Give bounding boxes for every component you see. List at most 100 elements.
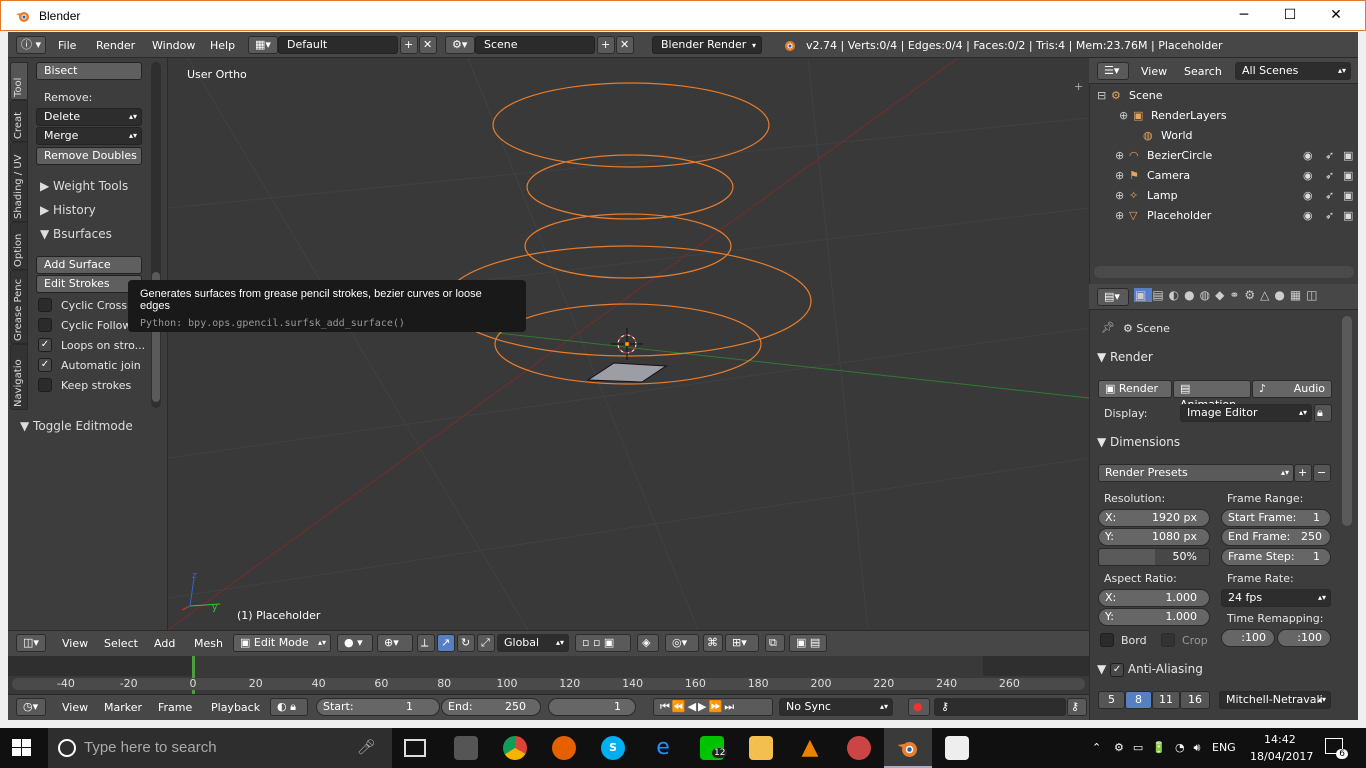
outliner-row[interactable]: ⊟ ⚙ Scene	[1089, 86, 1358, 106]
outliner-row[interactable]: ⊕ ⚑ Camera ◉ ➶ ▣	[1089, 166, 1358, 186]
maximize-button[interactable]: ☐	[1267, 1, 1313, 32]
frame-step-field[interactable]: Frame Step: 1	[1221, 548, 1331, 566]
dimensions-panel-header[interactable]: ▼ Dimensions	[1097, 435, 1337, 457]
editor-type-outliner-button[interactable]: ☰▾	[1097, 62, 1129, 80]
clock-time[interactable]: 14:42	[1264, 733, 1296, 747]
timeline-area[interactable]: -40 -20 0 20 40 60 80 100 120 140 160 180 200 220 240 2…	[8, 656, 1089, 694]
windows-start-icon[interactable]	[12, 739, 32, 757]
animation-button[interactable]: ▤ Animation	[1173, 380, 1251, 411]
visibility-eye-icon[interactable]: ◉	[1303, 169, 1313, 183]
outliner-filter-select[interactable]: All Scenes ▴▾	[1235, 62, 1351, 80]
expand-icon[interactable]: ⊕	[1115, 169, 1124, 183]
video-editor-icon[interactable]	[945, 736, 969, 760]
vp-menu-mesh[interactable]: Mesh	[194, 637, 223, 650]
expand-icon[interactable]: ⊕	[1119, 109, 1128, 123]
outliner-item-name[interactable]: Scene	[1129, 89, 1163, 103]
bsurfaces-panel-header[interactable]: ▼ Bsurfaces	[40, 227, 112, 241]
toolshelf-scrollbar[interactable]	[151, 62, 161, 408]
history-panel-header[interactable]: ▶ History	[40, 203, 96, 217]
outliner-row[interactable]: ⊕ ◠ BezierCircle ◉ ➶ ▣	[1089, 146, 1358, 166]
expand-icon[interactable]: ⊕	[1115, 189, 1124, 203]
visibility-eye-icon[interactable]: ◉	[1303, 149, 1313, 163]
show-hidden-icons-icon[interactable]: ⌃	[1092, 741, 1101, 755]
editor-type-properties-button[interactable]: ▤▾	[1097, 288, 1129, 306]
paint-app-icon[interactable]	[847, 736, 871, 760]
aa-samples-5[interactable]: 5	[1098, 691, 1125, 709]
tab-create[interactable]: Creat	[10, 100, 28, 142]
tl-menu-playback[interactable]: Playback	[211, 701, 260, 714]
outliner-row[interactable]: ◍ World	[1089, 126, 1358, 146]
vp-menu-view[interactable]: View	[62, 637, 88, 650]
expand-icon[interactable]: ⊟	[1097, 89, 1106, 103]
remap-new-field[interactable]: :100	[1277, 629, 1331, 647]
file-explorer-icon[interactable]	[749, 736, 773, 760]
vp-menu-add[interactable]: Add	[154, 637, 175, 650]
scene-icon[interactable]: ⚙▾	[445, 36, 475, 54]
outliner-menu-search[interactable]: Search	[1184, 65, 1222, 78]
proportional-edit-select[interactable]: ◎▾	[665, 634, 699, 652]
copy-settings-icon[interactable]: ⧉	[765, 634, 785, 652]
chrome-icon[interactable]	[503, 736, 527, 760]
orientation-select[interactable]: Global ▴▾	[497, 634, 569, 652]
expand-icon[interactable]: ⊕	[1115, 149, 1124, 163]
remap-old-field[interactable]: :100	[1221, 629, 1275, 647]
tab-shading-uv[interactable]: Shading / UV	[10, 142, 28, 222]
editor-type-timeline-button[interactable]: ◷▾	[16, 698, 46, 716]
language-indicator[interactable]: ENG	[1212, 741, 1236, 755]
outliner-row[interactable]: ⊕ ✧ Lamp ◉ ➶ ▣	[1089, 186, 1358, 206]
record-button[interactable]: ●	[908, 698, 930, 716]
timeline-scrollbar[interactable]	[12, 678, 1085, 690]
selectable-cursor-icon[interactable]: ➶	[1325, 149, 1334, 163]
visibility-eye-icon[interactable]: ◉	[1303, 209, 1313, 223]
properties-scrollbar[interactable]	[1342, 316, 1352, 526]
frame-rate-select[interactable]: 24 fps ▴▾	[1221, 589, 1331, 607]
cyclic-follow-checkbox[interactable]	[38, 318, 52, 332]
aa-filter-select[interactable]: Mitchell-Netravali ▴▾	[1219, 691, 1331, 709]
selectable-cursor-icon[interactable]: ➶	[1325, 209, 1334, 223]
taskbar-search-box[interactable]: Type here to search 🎤︎	[48, 728, 392, 768]
tl-menu-view[interactable]: View	[62, 701, 88, 714]
keep-strokes-checkbox[interactable]	[38, 378, 52, 392]
visibility-eye-icon[interactable]: ◉	[1303, 189, 1313, 203]
outliner-row[interactable]: ⊕ ▣ RenderLayers	[1089, 106, 1358, 126]
edge-icon[interactable]: e	[651, 736, 675, 760]
render-presets-select[interactable]: Render Presets ▴▾	[1098, 464, 1294, 482]
start-frame-field[interactable]: Start: 1	[316, 698, 440, 716]
menu-help[interactable]: Help	[210, 39, 235, 52]
weight-tools-panel-header[interactable]: ▶ Weight Tools	[40, 179, 128, 193]
microphone-icon[interactable]: 🎤︎	[357, 728, 376, 768]
manipulator-toggle[interactable]: ⟂	[417, 634, 435, 652]
keying-set-field[interactable]: ⚷	[934, 698, 1066, 716]
remove-preset-button[interactable]: −	[1313, 464, 1331, 482]
automatic-join-checkbox[interactable]: ✓	[38, 358, 52, 372]
layout-field[interactable]: Default	[278, 36, 398, 54]
tab-tool[interactable]: Tool	[10, 62, 28, 100]
menu-window[interactable]: Window	[152, 39, 195, 52]
mode-select[interactable]: ▣ Edit Mode ▴▾	[233, 634, 331, 652]
toggle-editmode-panel-header[interactable]: ▼ Toggle Editmode	[20, 419, 133, 433]
task-view-icon[interactable]	[404, 739, 426, 757]
snap-toggle[interactable]: ⌘	[703, 634, 723, 652]
render-panel-header[interactable]: ▼ Render	[1097, 350, 1337, 372]
border-checkbox[interactable]	[1100, 633, 1114, 647]
outliner-row[interactable]: ⊕ ▽ Placeholder ◉ ➶ ▣	[1089, 206, 1358, 226]
properties-context-tabs[interactable]: ▣▤◐●◍◆⚭⚙△●▦◫	[1134, 288, 1334, 306]
editor-type-info-button[interactable]: ⓘ ▾	[16, 36, 46, 54]
render-buttons[interactable]: ▣ ▤	[789, 634, 827, 652]
aspect-y-field[interactable]: Y: 1.000	[1098, 608, 1210, 626]
outliner-item-name[interactable]: BezierCircle	[1147, 149, 1212, 163]
aa-samples-8[interactable]: 8	[1125, 691, 1152, 709]
aa-samples-11[interactable]: 11	[1152, 691, 1180, 709]
start-frame-prop-field[interactable]: Start Frame: 1	[1221, 509, 1331, 527]
sync-mode-select[interactable]: No Sync ▴▾	[779, 698, 893, 716]
pivot-point-select[interactable]: ⊕▾	[377, 634, 413, 652]
current-frame-field[interactable]: 1	[548, 698, 636, 716]
outliner-item-name[interactable]: RenderLayers	[1151, 109, 1227, 123]
scene-field[interactable]: Scene	[475, 36, 595, 54]
expand-icon[interactable]: ⊕	[1115, 209, 1124, 223]
remove-doubles-button[interactable]: Remove Doubles	[36, 147, 142, 165]
delete-menu-button[interactable]: Delete ▴▾	[36, 108, 142, 126]
pin-icon[interactable]: 📌︎	[1101, 321, 1115, 335]
snap-element-select[interactable]: ⊞▾	[725, 634, 759, 652]
tl-menu-frame[interactable]: Frame	[158, 701, 192, 714]
